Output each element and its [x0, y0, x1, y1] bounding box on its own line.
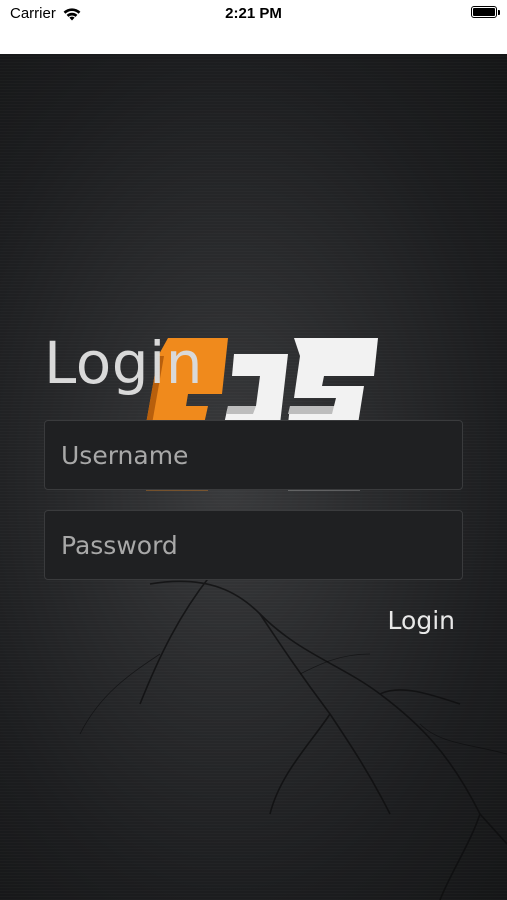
password-field[interactable] [44, 510, 463, 580]
login-button[interactable]: Login [388, 606, 455, 635]
username-field[interactable] [44, 420, 463, 490]
status-time: 2:21 PM [225, 5, 282, 22]
login-title: Login [44, 329, 203, 397]
login-screen: Login Login [0, 54, 507, 900]
battery-icon [471, 6, 500, 18]
status-bar: Carrier 2:21 PM [0, 0, 507, 54]
